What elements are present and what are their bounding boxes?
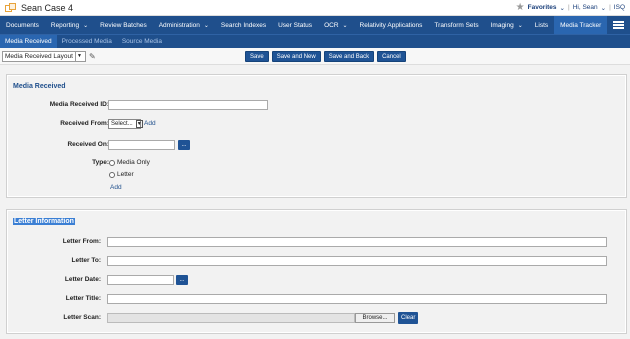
nav-tab-relativity-applications[interactable]: Relativity Applications [354, 16, 429, 34]
nav-tab-media-tracker[interactable]: Media Tracker [554, 16, 608, 34]
case-icon [5, 2, 17, 13]
letter-date-calendar-button[interactable]: ... [176, 275, 188, 285]
letter-from-input[interactable] [107, 237, 607, 247]
nav-tab-transform-sets[interactable]: Transform Sets [428, 16, 484, 34]
nav-tab-administration[interactable]: Administration ⌄ [153, 16, 215, 34]
main-nav: Documents Reporting ⌄ Review Batches Adminis… [0, 16, 630, 34]
save-and-back-button[interactable]: Save and Back [323, 51, 375, 62]
sub-nav: Media Received Processed Media Source Medi… [0, 34, 630, 48]
nav-tab-documents[interactable]: Documents [0, 16, 45, 34]
top-bar: Sean Case 4 ★ Favorites ⌄ | Hi, Sean ⌄ |… [0, 0, 630, 16]
received-on-calendar-button[interactable]: ... [178, 140, 190, 150]
chevron-down-icon: ⌄ [559, 4, 565, 12]
subtab-processed-media[interactable]: Processed Media [57, 35, 117, 48]
quick-search[interactable]: ISQ [614, 4, 625, 11]
nav-tab-review-batches[interactable]: Review Batches [94, 16, 153, 34]
user-area: ★ Favorites ⌄ | Hi, Sean ⌄ | ISQ [515, 1, 625, 13]
save-and-new-button[interactable]: Save and New [271, 51, 321, 62]
letter-from-label: Letter From: [62, 238, 101, 245]
nav-tab-user-status[interactable]: User Status [272, 16, 318, 34]
user-menu[interactable]: Hi, Sean [573, 4, 598, 11]
chevron-down-icon: ⌄ [342, 22, 348, 29]
chevron-down-icon: ▼ [74, 51, 83, 61]
letter-date-input[interactable] [107, 275, 174, 285]
clear-button[interactable]: Clear [398, 312, 419, 324]
save-button[interactable]: Save [245, 51, 269, 62]
letter-title-input[interactable] [107, 294, 607, 304]
received-on-input[interactable] [108, 140, 175, 150]
letter-scan-file-input[interactable] [107, 313, 355, 323]
letter-to-input[interactable] [107, 256, 607, 266]
received-from-add-link[interactable]: Add [144, 120, 156, 127]
subtab-media-received[interactable]: Media Received [0, 35, 57, 48]
received-from-select[interactable]: Select... ▼ [108, 119, 143, 129]
type-label: Type: [92, 159, 109, 166]
received-from-label: Received From: [60, 120, 109, 127]
letter-to-label: Letter To: [71, 257, 102, 264]
nav-tab-reporting[interactable]: Reporting ⌄ [45, 16, 94, 34]
nav-tab-lists[interactable]: Lists [529, 16, 554, 34]
letter-scan-label: Letter Scan: [63, 314, 101, 321]
received-on-label: Received On: [67, 141, 109, 148]
section-title: Letter Information [13, 218, 75, 225]
letter-information-panel: Letter Information Letter From: Letter T… [6, 209, 627, 334]
chevron-down-icon: ⌄ [203, 22, 209, 29]
chevron-down-icon: ⌄ [600, 4, 607, 12]
section-title: Media Received [13, 83, 66, 90]
nav-tab-imaging[interactable]: Imaging ⌄ [485, 16, 529, 34]
nav-tab-search-indexes[interactable]: Search Indexes [215, 16, 272, 34]
layout-select[interactable]: Media Received Layout ▼ [2, 50, 86, 62]
star-icon[interactable]: ★ [516, 2, 525, 13]
subtab-source-media[interactable]: Source Media [117, 35, 167, 48]
favorites-menu[interactable]: Favorites [528, 4, 557, 11]
letter-date-label: Letter Date: [64, 276, 101, 283]
nav-tab-ocr[interactable]: OCR ⌄ [318, 16, 353, 34]
chevron-down-icon: ⌄ [517, 22, 523, 29]
toolbar: Media Received Layout ▼ ✎ Save Save and … [0, 48, 630, 65]
type-letter-radio[interactable]: Letter [109, 171, 134, 178]
media-received-id-input[interactable] [108, 100, 268, 110]
menu-icon[interactable] [607, 16, 630, 34]
letter-title-label: Letter Title: [65, 295, 101, 302]
chevron-down-icon: ▼ [135, 120, 143, 128]
type-media-only-radio[interactable]: Media Only [109, 159, 150, 166]
pencil-icon[interactable]: ✎ [89, 52, 96, 61]
media-received-panel: Media Received Media Received ID: Receiv… [6, 74, 627, 198]
media-received-id-label: Media Received ID: [49, 101, 109, 108]
browse-button[interactable]: Browse... [355, 313, 395, 323]
type-add-link[interactable]: Add [110, 184, 122, 191]
cancel-button[interactable]: Cancel [377, 51, 406, 62]
chevron-down-icon: ⌄ [83, 22, 89, 29]
case-title[interactable]: Sean Case 4 [21, 3, 73, 13]
